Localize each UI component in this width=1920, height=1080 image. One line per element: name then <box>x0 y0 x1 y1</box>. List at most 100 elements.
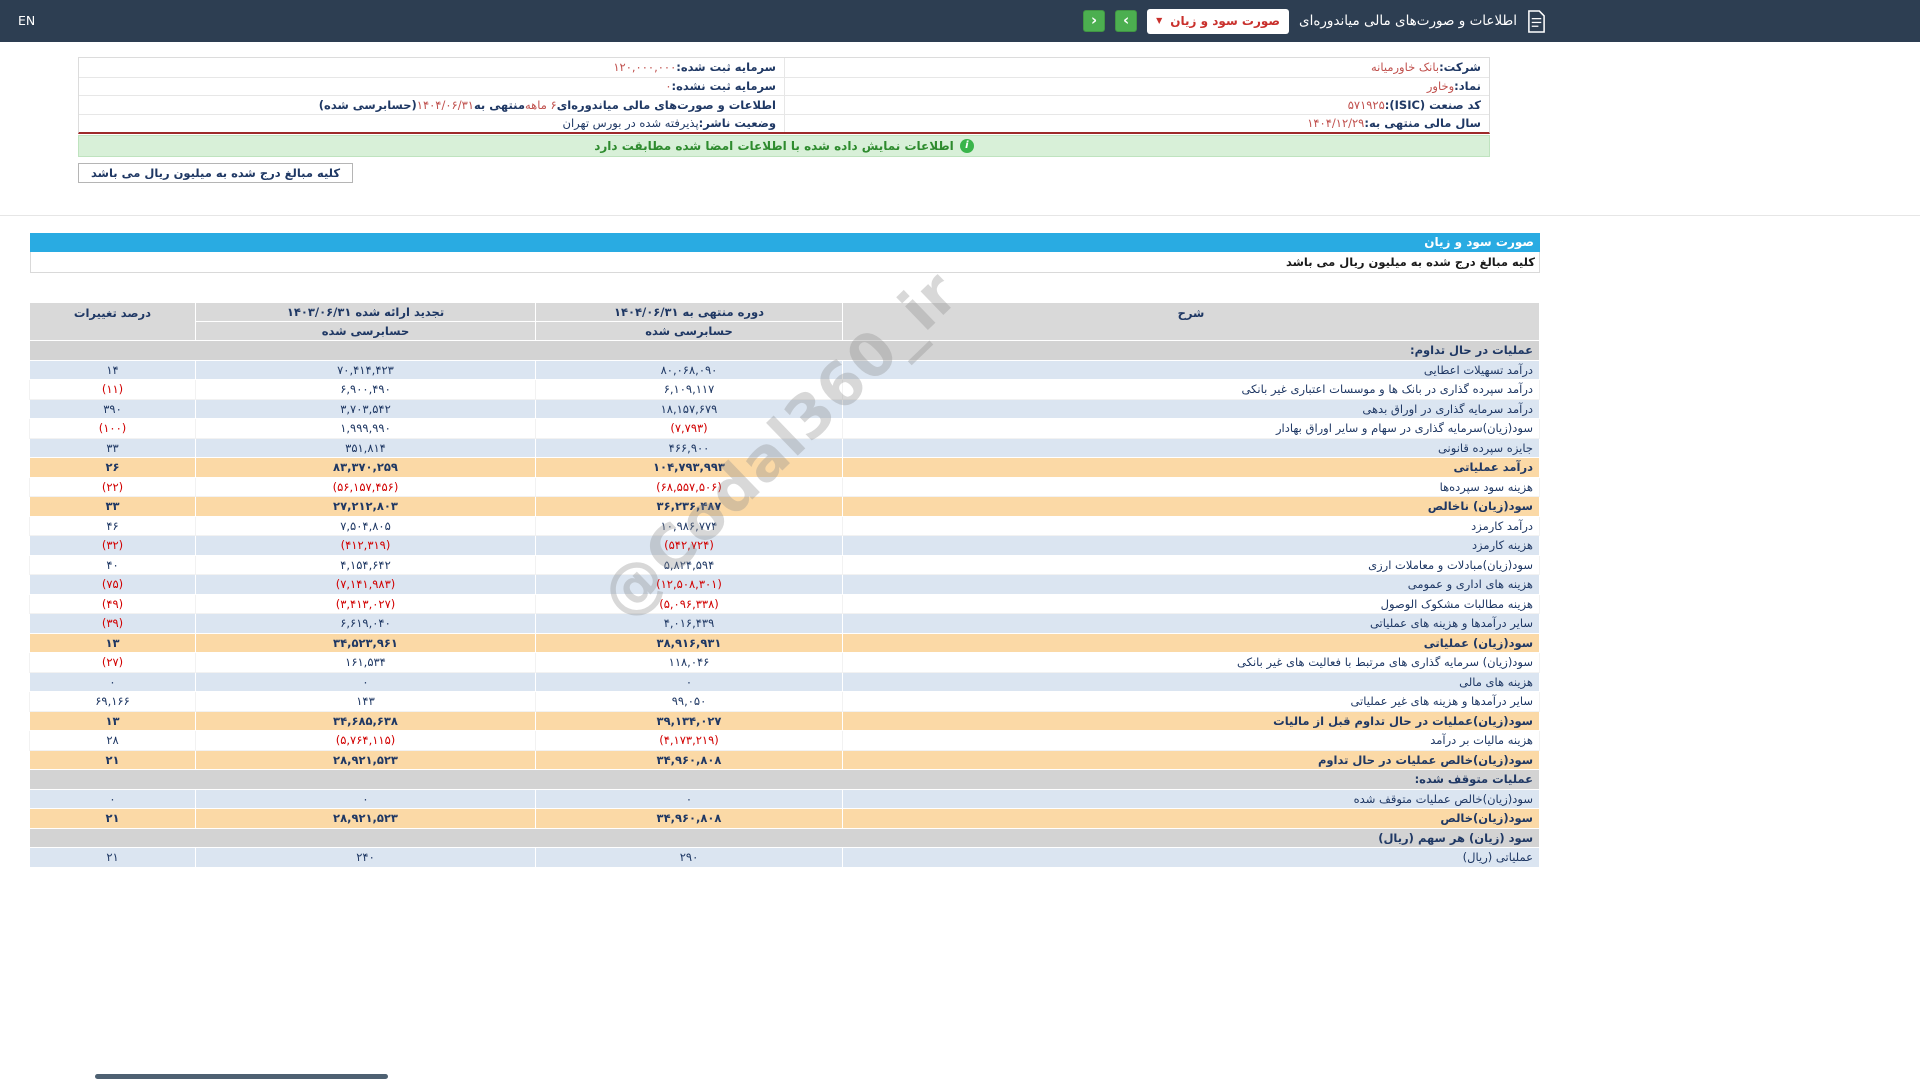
table-row: سود(زیان)خالص عملیات در حال تداوم ۳۴,۹۶۰,… <box>29 749 1540 770</box>
table-row: هزینه های اداری و عمومی (۱۲,۵۰۸,۳۰۱) (۷,۱۴… <box>29 574 1540 595</box>
table-row: جایزه سپرده قانونی ۴۶۶,۹۰۰ ۳۵۱,۸۱۴ ۳۳ <box>29 437 1540 458</box>
info-cell: سرمایه ثبت نشده: ۰ <box>79 78 784 96</box>
cell-prior-value: (۵۶,۱۵۷,۴۵۶) <box>195 476 536 497</box>
info-value: وخاور <box>1426 79 1455 94</box>
info-label: نماد: <box>1454 79 1481 94</box>
info-row: شرکت: بانک خاورمیانه سرمایه ثبت شده: ۱۲۰,… <box>79 58 1489 77</box>
cell-current-value: (۶۸,۵۵۷,۵۰۶) <box>535 476 843 497</box>
column-subheader-current-audited: حسابرسی شده <box>535 321 843 341</box>
cell-current-value: ۳۴,۹۶۰,۸۰۸ <box>535 749 843 770</box>
table-row: درآمد عملیاتی ۱۰۴,۷۹۳,۹۹۳ ۸۳,۳۷۰,۲۵۹ ۲۶ <box>29 457 1540 478</box>
cell-prior-value: ۴,۱۵۴,۶۴۲ <box>195 554 536 575</box>
table-header: شرح دوره منتهی به ۱۴۰۴/۰۶/۳۱ تجدید ارائه… <box>29 302 1540 341</box>
signature-match-text: اطلاعات نمایش داده شده با اطلاعات امضا ش… <box>594 139 954 153</box>
table-row: سود(زیان) سرمایه گذاری های مرتبط با فعال… <box>29 652 1540 673</box>
income-statement-body: عملیات در حال تداوم: درآمد تسهیلات اعطایی… <box>29 340 1540 868</box>
table-row: سود(زیان)سرمایه گذاری در سهام و سایر اور… <box>29 418 1540 439</box>
row-label: عملیاتی (ریال) <box>842 847 1540 868</box>
info-value: ۱۴۰۴/۰۶/۳۱ <box>416 97 474 112</box>
section-label: سود (زیان) هر سهم (ریال) <box>29 827 1540 848</box>
cell-change-percent: ۱۳ <box>29 632 196 653</box>
top-navigation-bar: اطلاعات و صورت‌های مالی میاندوره‌ای صورت… <box>0 0 1920 42</box>
info-value: ۵۷۱۹۲۵ <box>1347 97 1385 112</box>
table-row: سود(زیان) ناخالص ۳۶,۲۳۶,۴۸۷ ۲۷,۲۱۲,۸۰۳ ۳۳ <box>29 496 1540 517</box>
info-icon: i <box>959 139 974 153</box>
cell-change-percent: (۳۹) <box>29 613 196 634</box>
info-label: کد صنعت (ISIC): <box>1384 97 1481 112</box>
cell-current-value: ۴,۰۱۶,۴۳۹ <box>535 613 843 634</box>
info-cell: سال مالی منتهی به: ۱۴۰۴/۱۲/۲۹ <box>784 114 1489 132</box>
statement-type-selected: صورت سود و زیان <box>1170 14 1281 28</box>
column-header-current-period: دوره منتهی به ۱۴۰۴/۰۶/۳۱ <box>535 302 843 322</box>
info-label: وضعیت ناشر: <box>698 116 776 131</box>
info-value: بانک خاورمیانه <box>1370 60 1440 75</box>
row-label: سود(زیان)سرمایه گذاری در سهام و سایر اور… <box>842 418 1540 439</box>
column-subheader-prior-audited: حسابرسی شده <box>195 321 536 341</box>
cell-change-percent: ۰ <box>29 671 196 692</box>
cell-current-value: ۳۴,۹۶۰,۸۰۸ <box>535 808 843 829</box>
cell-prior-value: ۶,۹۰۰,۴۹۰ <box>195 379 536 400</box>
cell-prior-value: ۲۸,۹۲۱,۵۲۳ <box>195 808 536 829</box>
statement-type-dropdown[interactable]: صورت سود و زیان ▼ <box>1147 8 1290 34</box>
cell-prior-value: ۸۳,۳۷۰,۲۵۹ <box>195 457 536 478</box>
cell-prior-value: (۷,۱۴۱,۹۸۳) <box>195 574 536 595</box>
cell-prior-value: (۳,۴۱۳,۰۲۷) <box>195 593 536 614</box>
statement-units-note: کلیه مبالغ درج شده به میلیون ریال می باش… <box>30 252 1540 273</box>
column-header-description: شرح <box>842 302 1540 341</box>
cell-current-value: (۴,۱۷۳,۲۱۹) <box>535 730 843 751</box>
cell-change-percent: ۲۸ <box>29 730 196 751</box>
cell-current-value: ۱۰,۹۸۶,۷۷۴ <box>535 515 843 536</box>
cell-prior-value: ۶,۶۱۹,۰۴۰ <box>195 613 536 634</box>
cell-current-value: ۰ <box>535 671 843 692</box>
cell-current-value: ۰ <box>535 788 843 809</box>
info-cell: سرمایه ثبت شده: ۱۲۰,۰۰۰,۰۰۰ <box>79 58 784 77</box>
section-divider <box>0 215 1920 216</box>
nav-back-button[interactable]: ‹ <box>1083 10 1106 32</box>
cell-change-percent: (۱۱) <box>29 379 196 400</box>
cell-change-percent: ۲۶ <box>29 457 196 478</box>
section-label: عملیات متوقف شده: <box>29 769 1540 790</box>
row-label: هزینه های مالی <box>842 671 1540 692</box>
cell-current-value: ۴۶۶,۹۰۰ <box>535 437 843 458</box>
cell-change-percent: ۲۱ <box>29 847 196 868</box>
table-row: سود(زیان)خالص ۳۴,۹۶۰,۸۰۸ ۲۸,۹۲۱,۵۲۳ ۲۱ <box>29 808 1540 829</box>
row-label: سود(زیان) عملیاتی <box>842 632 1540 653</box>
table-row: هزینه مطالبات مشکوک الوصول (۵,۰۹۶,۳۳۸) (۳,… <box>29 593 1540 614</box>
topbar-right-group: اطلاعات و صورت‌های مالی میاندوره‌ای صورت… <box>1083 0 1546 42</box>
page-title: اطلاعات و صورت‌های مالی میاندوره‌ای <box>1299 13 1517 29</box>
cell-change-percent: ۱۳ <box>29 710 196 731</box>
info-value: ۱۴۰۴/۱۲/۲۹ <box>1307 116 1365 131</box>
language-toggle[interactable]: EN <box>18 13 35 28</box>
cell-change-percent: (۴۹) <box>29 593 196 614</box>
nav-forward-button[interactable]: › <box>1115 10 1138 32</box>
table-row: عملیاتی (ریال) ۲۹۰ ۲۴۰ ۲۱ <box>29 847 1540 868</box>
cell-prior-value: ۱۴۳ <box>195 691 536 712</box>
cell-prior-value: ۰ <box>195 788 536 809</box>
table-row: سود(زیان)عملیات در حال تداوم قبل از مالی… <box>29 710 1540 731</box>
cell-prior-value: ۳۵۱,۸۱۴ <box>195 437 536 458</box>
info-value: ۶ ماهه <box>524 97 557 112</box>
table-row: هزینه های مالی ۰ ۰ ۰ <box>29 671 1540 692</box>
row-label: هزینه سود سپرده‌ها <box>842 476 1540 497</box>
cell-change-percent: (۲۷) <box>29 652 196 673</box>
cell-prior-value: ۳,۷۰۳,۵۴۲ <box>195 398 536 419</box>
info-label: سرمایه ثبت نشده: <box>671 79 776 94</box>
section-label: عملیات در حال تداوم: <box>29 340 1540 361</box>
cell-prior-value: ۰ <box>195 671 536 692</box>
info-row: نماد: وخاور سرمایه ثبت نشده: ۰ <box>79 76 1489 96</box>
row-label: سود(زیان) ناخالص <box>842 496 1540 517</box>
info-row: کد صنعت (ISIC): ۵۷۱۹۲۵ اطلاعات و صورت‌های… <box>79 95 1489 114</box>
row-label: درآمد سپرده گذاری در بانک ها و موسسات اع… <box>842 379 1540 400</box>
row-label: سود(زیان)خالص <box>842 808 1540 829</box>
row-label: جایزه سپرده قانونی <box>842 437 1540 458</box>
cell-current-value: ۲۹۰ <box>535 847 843 868</box>
info-label: شرکت: <box>1439 60 1481 75</box>
cell-change-percent: (۷۵) <box>29 574 196 595</box>
cell-change-percent: ۴۰ <box>29 554 196 575</box>
row-label: سایر درآمدها و هزینه های غیر عملیاتی <box>842 691 1540 712</box>
info-label: اطلاعات و صورت‌های مالی میاندوره‌ای <box>556 97 776 112</box>
cell-current-value: ۳۸,۹۱۶,۹۳۱ <box>535 632 843 653</box>
statement-title-bar: صورت سود و زیان <box>30 233 1540 252</box>
cell-current-value: (۵۴۲,۷۲۴) <box>535 535 843 556</box>
horizontal-scrollbar-thumb[interactable] <box>95 1074 388 1079</box>
